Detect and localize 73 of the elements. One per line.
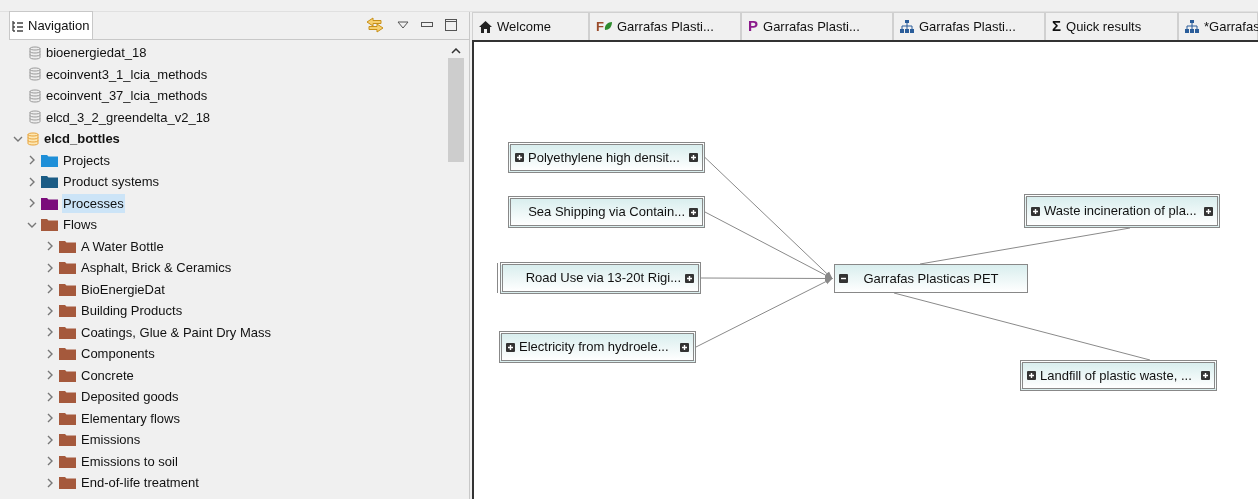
editor-tab[interactable]: Garrafas Plasti... [893, 12, 1045, 40]
folder-item[interactable]: Processes [62, 193, 125, 213]
folder-item[interactable]: Coatings, Glue & Paint Dry Mass [80, 322, 273, 342]
folder-item[interactable]: Elementary flows [80, 408, 181, 428]
expand-chevron-icon[interactable] [27, 198, 37, 209]
link-arrows-icon[interactable] [365, 16, 385, 34]
expand-chevron-icon[interactable] [27, 155, 37, 166]
folder-item[interactable]: Product systems [62, 172, 161, 192]
editor-tab[interactable]: Welcome [472, 12, 589, 40]
expand-chevron-icon[interactable] [45, 305, 55, 316]
folder-item[interactable]: Asphalt, Brick & Ceramics [80, 258, 233, 278]
folder-item[interactable]: BioEnergieDat [80, 279, 166, 299]
navigation-tab[interactable]: Navigation [9, 11, 94, 39]
expand-plus-icon[interactable] [506, 342, 515, 352]
process-node[interactable]: Sea Shipping via Contain... [508, 196, 705, 228]
folder-item[interactable]: A Water Bottle [80, 236, 165, 256]
expand-plus-icon[interactable] [689, 207, 698, 217]
collapse-minus-icon[interactable] [839, 274, 848, 283]
expand-plus-icon[interactable] [680, 342, 689, 352]
folder-item[interactable]: Concrete [80, 365, 135, 385]
process-node[interactable]: Garrafas Plasticas PET [834, 264, 1028, 293]
folder-item[interactable]: Building Products [80, 301, 184, 321]
process-icon: P [748, 15, 758, 38]
expand-plus-icon[interactable] [515, 153, 524, 162]
expand-chevron-icon[interactable] [45, 370, 55, 381]
folder-item[interactable]: Deposited goods [80, 387, 180, 407]
expand-plus-icon[interactable] [1031, 206, 1040, 216]
expand-plus-icon[interactable] [689, 153, 698, 162]
expand-plus-icon[interactable] [1027, 371, 1036, 380]
expand-chevron-icon[interactable] [45, 413, 55, 424]
process-node[interactable]: Polyethylene high densit... [508, 142, 705, 173]
tree-icon [12, 19, 24, 32]
hierarchy-icon [1185, 20, 1199, 33]
expand-chevron-icon[interactable] [45, 391, 55, 402]
database-item[interactable]: ecoinvent_37_lcia_methods [45, 86, 209, 106]
process-node[interactable]: Road Use via 13-20t Rigi... [500, 262, 701, 294]
sigma-icon: Σ [1052, 15, 1061, 38]
process-node[interactable]: Landfill of plastic waste, ... [1020, 360, 1217, 391]
maximize-icon[interactable] [445, 19, 457, 31]
database-item[interactable]: bioenergiedat_18 [45, 43, 148, 63]
expand-chevron-icon[interactable] [45, 348, 55, 359]
folder-item[interactable]: Components [80, 344, 156, 364]
expand-chevron-icon[interactable] [45, 434, 55, 445]
process-node[interactable]: Waste incineration of pla... [1024, 194, 1220, 228]
expand-plus-icon[interactable] [1204, 206, 1213, 216]
folder-item[interactable]: End-of-life treatment [80, 473, 200, 493]
editor-tab[interactable]: P Garrafas Plasti... [741, 12, 893, 40]
process-node[interactable]: Electricity from hydroele... [499, 331, 696, 363]
expand-chevron-icon[interactable] [45, 477, 55, 488]
expand-plus-icon[interactable] [1201, 371, 1210, 380]
folder-item[interactable]: Emissions to soil [80, 451, 179, 471]
editor-tab[interactable]: Σ Quick results [1045, 12, 1178, 40]
database-item[interactable]: elcd_bottles [43, 129, 121, 149]
scroll-up-icon[interactable] [451, 48, 461, 54]
folder-item[interactable]: Projects [62, 150, 111, 170]
hierarchy-icon [900, 20, 914, 33]
expand-chevron-icon[interactable] [45, 262, 55, 273]
editor-tab[interactable]: F Garrafas Plasti... [589, 12, 741, 40]
home-icon [479, 20, 492, 33]
view-menu-icon[interactable] [397, 21, 409, 29]
expand-chevron-icon[interactable] [45, 327, 55, 338]
expand-chevron-icon[interactable] [45, 284, 55, 295]
panel-title: Navigation [28, 16, 90, 35]
expand-chevron-icon[interactable] [45, 241, 55, 252]
folder-item[interactable]: Emissions [80, 430, 142, 450]
expand-chevron-icon[interactable] [27, 176, 37, 187]
database-item[interactable]: ecoinvent3_1_lcia_methods [45, 64, 209, 84]
expand-plus-icon[interactable] [685, 273, 694, 283]
folder-item[interactable]: Flows [62, 215, 98, 235]
database-item[interactable]: elcd_3_2_greendelta_v2_18 [45, 107, 212, 127]
scrollbar-thumb[interactable] [448, 58, 464, 162]
expand-chevron-icon[interactable] [45, 456, 55, 467]
minimize-icon[interactable] [421, 22, 433, 28]
